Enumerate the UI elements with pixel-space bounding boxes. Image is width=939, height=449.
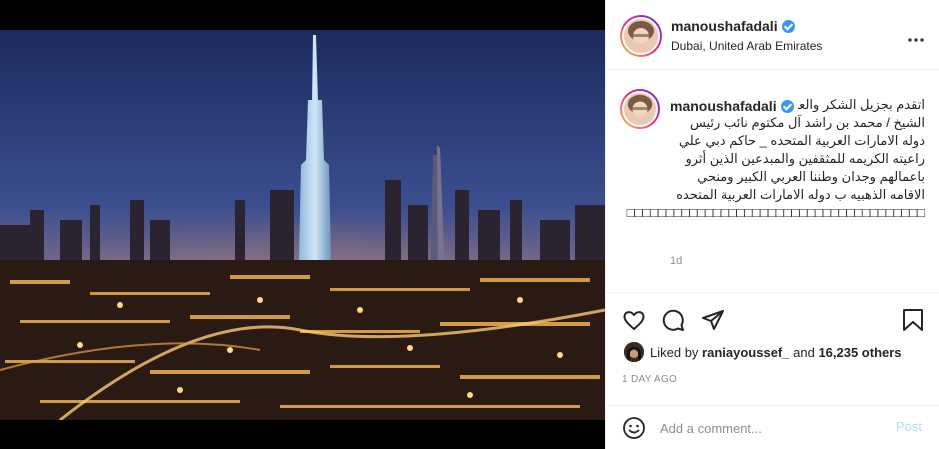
post-header: manoushafadali Dubai, United Arab Emirat…	[606, 0, 939, 70]
emoji-icon[interactable]	[622, 416, 646, 445]
avatar-face-icon	[624, 342, 644, 362]
likes-middle: and	[793, 345, 815, 360]
caption-username[interactable]: manoushafadali	[670, 98, 777, 114]
liker-avatar[interactable]	[624, 342, 644, 362]
post-comment-button[interactable]: Post	[896, 419, 922, 434]
header-username[interactable]: manoushafadali	[671, 18, 778, 34]
posted-time[interactable]: 1 DAY AGO	[622, 374, 677, 385]
post-media[interactable]	[0, 0, 605, 449]
share-icon[interactable]	[701, 308, 725, 337]
comment-input[interactable]	[660, 417, 880, 439]
caption-avatar	[622, 91, 658, 127]
caption-area: manoushafadali اتقدم بجزيل الشكر والعرفا…	[606, 71, 939, 293]
verified-badge-icon	[782, 20, 796, 33]
more-horizontal-icon[interactable]	[908, 30, 924, 48]
post-photo	[0, 30, 605, 420]
caption-time[interactable]: 1d	[670, 255, 682, 267]
avatar-face-icon	[624, 19, 658, 53]
bookmark-icon[interactable]	[902, 308, 924, 337]
likes-summary: Liked by raniayoussef_ and 16,235 others	[650, 345, 902, 360]
post-panel: manoushafadali Dubai, United Arab Emirat…	[605, 0, 939, 449]
likes-prefix: Liked by	[650, 345, 699, 360]
verified-badge-icon	[781, 100, 795, 113]
comment-icon[interactable]	[661, 308, 685, 337]
avatar	[622, 17, 660, 55]
caption-story-ring[interactable]	[620, 89, 660, 129]
actions-section: Liked by raniayoussef_ and 16,235 others…	[606, 294, 939, 449]
avatar-face-icon	[624, 93, 656, 125]
location-link[interactable]: Dubai, United Arab Emirates	[671, 39, 822, 53]
liker-username[interactable]: raniayoussef_	[702, 345, 789, 360]
comment-bar: Post	[606, 405, 939, 449]
likes-count[interactable]: 16,235 others	[818, 345, 901, 360]
heart-icon[interactable]	[622, 308, 646, 337]
story-ring[interactable]	[620, 15, 662, 57]
